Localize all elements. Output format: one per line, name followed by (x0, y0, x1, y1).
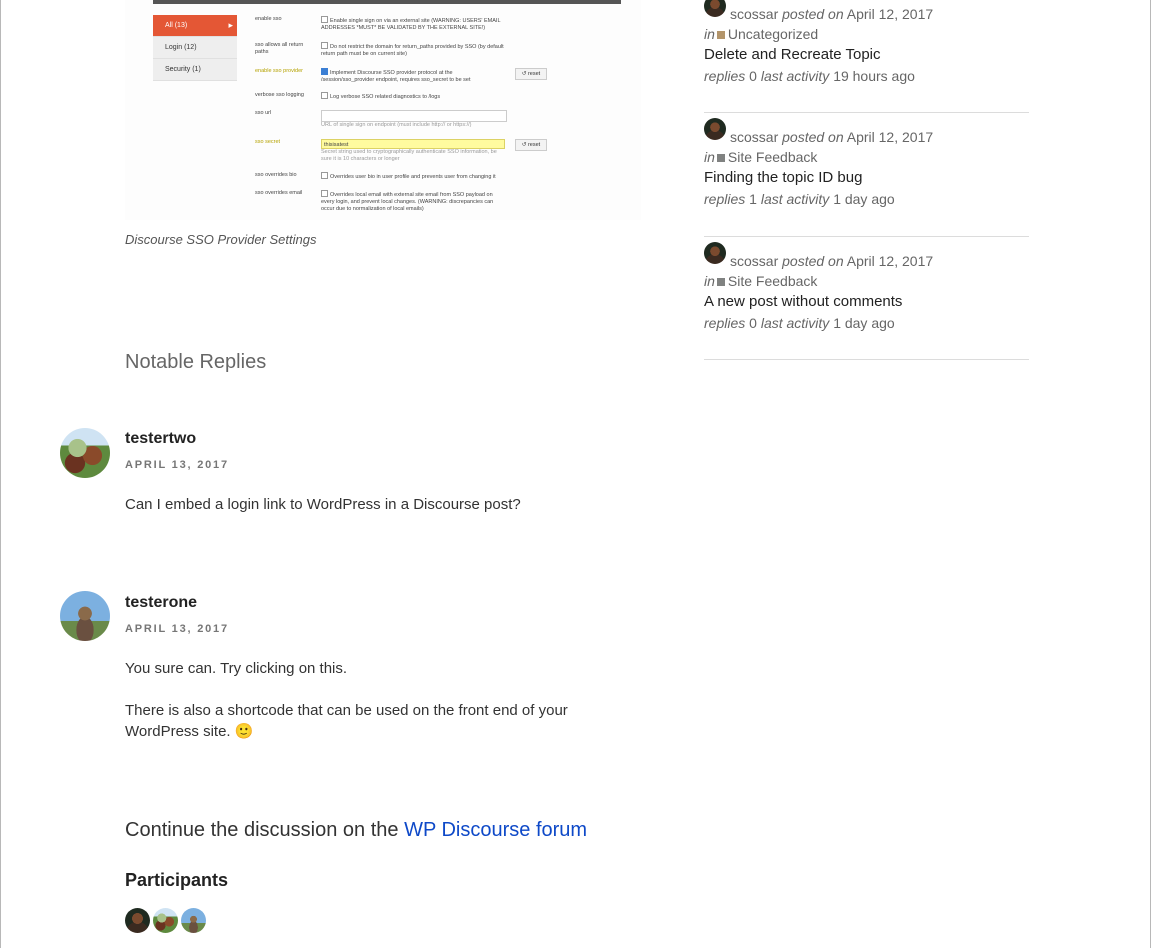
reset-button: ↺ reset (515, 139, 547, 151)
participants-heading: Participants (125, 870, 229, 890)
reset-button: ↺ reset (515, 68, 547, 80)
topic-date: April 12, 2017 (846, 129, 934, 145)
topic-divider (704, 359, 1029, 360)
testertwo-avatar[interactable] (60, 428, 110, 478)
reply-author: testertwo (125, 430, 197, 447)
continue-text: Continue the discussion on the (125, 819, 405, 841)
topic-divider (704, 236, 1029, 237)
last-activity-label: last activity (760, 68, 830, 84)
checkbox (321, 190, 328, 197)
screenshot-top-bar (153, 0, 621, 4)
topic-item: scossar posted on April 12, 2017 in Site … (704, 242, 1029, 333)
setting-hint: URL of single sign on endpoint (must inc… (321, 122, 472, 128)
replies-count: 0 (749, 68, 757, 84)
replies-label: replies (704, 191, 746, 207)
topic-category[interactable]: Site Feedback (728, 149, 818, 165)
menu-item-security: Security (1) (153, 59, 237, 81)
topic-user[interactable]: scossar (730, 253, 778, 269)
topic-item: scossar posted on April 12, 2017 in Uncat… (704, 0, 1029, 86)
setting-label: verbose sso logging (255, 92, 304, 98)
wp-discourse-forum-link[interactable]: WP Discourse forum (404, 819, 587, 841)
scossar-avatar[interactable] (704, 0, 726, 17)
setting-label: sso overrides bio (255, 172, 297, 178)
replies-label: replies (704, 68, 746, 84)
last-activity-label: last activity (760, 191, 830, 207)
setting-label: enable sso (255, 16, 282, 22)
category-badge-icon (716, 154, 725, 162)
reply-date: APRIL 13, 2017 (125, 459, 229, 471)
in-label: in (704, 149, 715, 165)
last-activity-value: 19 hours ago (833, 68, 915, 84)
setting-description: Log verbose SSO related diagnostics to /… (330, 94, 441, 100)
topic-title-link[interactable]: A new post without comments (704, 291, 1029, 313)
participant-avatar[interactable] (181, 908, 206, 933)
last-activity-label: last activity (760, 315, 830, 331)
topic-user[interactable]: scossar (730, 6, 778, 22)
replies-count: 0 (749, 315, 757, 331)
last-activity-value: 1 day ago (833, 191, 895, 207)
topic-user[interactable]: scossar (730, 129, 778, 145)
checkbox (321, 16, 328, 23)
reply-body: There is also a shortcode that can be us… (125, 702, 568, 740)
menu-item-login: Login (12) (153, 37, 237, 59)
reply-date: APRIL 13, 2017 (125, 623, 229, 635)
posted-on-label: posted on (782, 253, 844, 269)
checkbox (321, 42, 328, 49)
posted-on-label: posted on (782, 6, 844, 22)
setting-label: sso overrides email (255, 190, 303, 196)
continue-discussion: Continue the discussion on the WP Discou… (125, 819, 587, 842)
in-label: in (704, 273, 715, 289)
topic-category[interactable]: Site Feedback (728, 273, 818, 289)
checkbox (321, 172, 328, 179)
sso-settings-screenshot: All (13) Login (12) Security (1) enable … (125, 0, 641, 220)
in-label: in (704, 26, 715, 42)
reply-body: Can I embed a login link to WordPress in… (125, 496, 521, 513)
checkbox (321, 92, 328, 99)
topic-item: scossar posted on April 12, 2017 in Site … (704, 118, 1029, 209)
testerone-avatar[interactable] (60, 591, 110, 641)
sso-secret-input: thisisatest (321, 139, 505, 149)
topic-date: April 12, 2017 (846, 6, 934, 22)
menu-item-all: All (13) (153, 15, 237, 37)
notable-replies-heading: Notable Replies (125, 351, 267, 373)
participant-avatar[interactable] (125, 908, 150, 933)
setting-description: Implement Discourse SSO provider protoco… (321, 70, 471, 83)
image-caption: Discourse SSO Provider Settings (125, 232, 317, 247)
scossar-avatar[interactable] (704, 118, 726, 140)
last-activity-value: 1 day ago (833, 315, 895, 331)
replies-label: replies (704, 315, 746, 331)
checkbox-checked (321, 68, 328, 75)
setting-hint: Secret string used to cryptographically … (321, 149, 497, 162)
topic-date: April 12, 2017 (846, 253, 934, 269)
settings-category-menu: All (13) Login (12) Security (1) (153, 15, 237, 81)
topic-title-link[interactable]: Finding the topic ID bug (704, 167, 1029, 189)
category-badge-icon (716, 278, 725, 286)
setting-label: sso secret (255, 139, 281, 145)
setting-label: sso url (255, 110, 272, 116)
topic-title-link[interactable]: Delete and Recreate Topic (704, 44, 1029, 66)
category-badge-icon (716, 31, 725, 39)
participant-avatar[interactable] (153, 908, 178, 933)
posted-on-label: posted on (782, 129, 844, 145)
setting-label: enable sso provider (255, 68, 304, 74)
setting-description: Do not restrict the domain for return_pa… (321, 44, 504, 57)
sso-url-input (321, 110, 507, 122)
setting-description: Overrides user bio in user profile and p… (330, 174, 496, 180)
setting-description: Overrides local email with external site… (321, 192, 494, 212)
topic-category[interactable]: Uncategorized (728, 26, 818, 42)
reply-author: testerone (125, 594, 198, 611)
scossar-avatar[interactable] (704, 242, 726, 264)
setting-description: Enable single sign on via an external si… (321, 18, 501, 31)
setting-label: sso allows all return paths (255, 42, 304, 55)
reply-body: You sure can. Try clicking on this. (125, 660, 348, 677)
replies-count: 1 (749, 191, 757, 207)
topic-divider (704, 112, 1029, 113)
